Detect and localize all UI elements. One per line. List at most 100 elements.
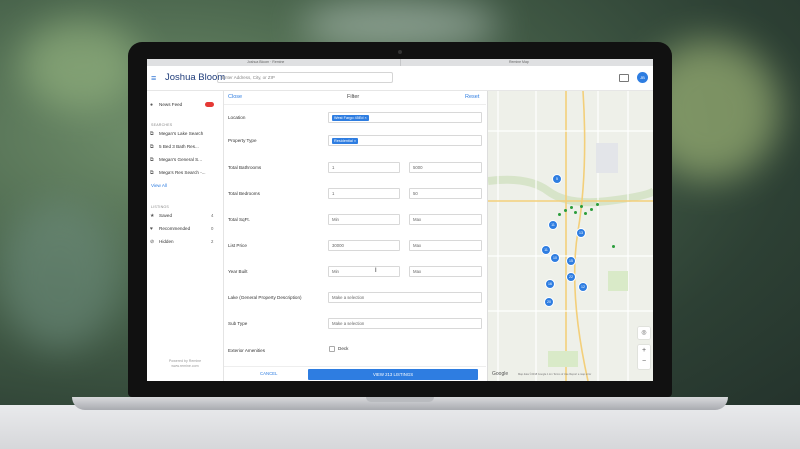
deck-label: Deck [338,346,349,351]
sidebar-item-saved[interactable]: ★ Saved [150,213,172,219]
filter-title: Filter [347,94,360,100]
search-input[interactable]: Enter Address, City, or ZIP [217,72,393,83]
map-listing-pin[interactable] [596,203,599,206]
map-cluster-marker[interactable]: 11 [541,245,551,255]
avatar[interactable]: JB [637,72,648,83]
laptop-notch [366,397,434,402]
sidebar-item-label: Saved [159,213,173,218]
zoom-out-button[interactable]: − [638,356,650,367]
map-listing-pin[interactable] [612,245,615,248]
saved-search-icon: ⧉ [150,144,154,150]
sidebar-search-item[interactable]: ⧉ Megan's Lake Search [150,131,203,137]
sqft-min-input[interactable]: Min [328,214,400,225]
recommended-count: 0 [211,226,214,231]
property-type-chip[interactable]: Residential × [332,138,359,144]
year-max-input[interactable]: Max [409,266,482,277]
browser-tab-left[interactable]: Joshua Bloom · Remine [247,60,284,64]
map-cluster-marker[interactable]: 16 [545,279,555,289]
map-listing-pin[interactable] [580,205,583,208]
subtype-select[interactable]: Make a selection [328,318,482,329]
map-listing-pin[interactable] [570,206,573,209]
price-max-input[interactable]: Max [409,240,482,251]
cancel-button[interactable]: CANCEL [260,371,277,376]
sidebar-item-recommended[interactable]: ♥ Recommended [150,226,190,232]
price-min-input[interactable]: 30000 [328,240,400,251]
sidebar: ● News Feed SEARCHES ⧉ Megan's Lake Search… [147,91,224,381]
view-listings-button[interactable]: VIEW 213 LISTINGS [308,369,478,380]
map-cluster-marker[interactable]: 10 [550,253,560,263]
notification-badge [205,102,214,107]
year-built-label: Year Built [228,269,248,274]
map-cluster-marker[interactable]: 15 [566,256,576,266]
hidden-count: 2 [211,239,214,244]
map-listing-pin[interactable] [558,213,561,216]
sidebar-item-label: Megan's General S... [159,157,203,162]
bedrooms-min-input[interactable]: 1 [328,188,400,199]
bedrooms-label: Total Bedrooms [228,191,260,196]
property-type-field[interactable]: Residential × [328,135,482,146]
background-blur [20,20,140,110]
star-icon: ★ [150,213,155,219]
hamburger-menu-icon[interactable]: ≡ [151,74,156,83]
bathrooms-max-input[interactable]: 5000 [409,162,482,173]
property-type-label: Property Type [228,138,257,143]
map-cluster-marker[interactable]: 5 [552,174,562,184]
sidebar-search-item[interactable]: ⧉ Megan's General S... [150,157,202,163]
map-cluster-marker[interactable]: 12 [578,282,588,292]
sqft-max-input[interactable]: Max [409,214,482,225]
subtype-label: Sub Type [228,321,248,326]
map-canvas [488,91,653,381]
browser-tab-right[interactable]: Remine Map [509,60,529,64]
map-view[interactable]: 5 11 13 11 10 15 12 22 16 20 ◎ + − Google Map dat… [487,91,653,381]
lake-select[interactable]: Make a selection [328,292,482,303]
sidebar-item-hidden[interactable]: ⊘ Hidden [150,239,174,245]
screen: Joshua Bloom · Remine Remine Map ≡ Joshu… [147,59,653,381]
saved-count: 4 [211,213,214,218]
text-cursor-icon: I [375,268,377,274]
location-field[interactable]: West Fargo 45Ed × [328,112,482,123]
bathrooms-min-input[interactable]: 1 [328,162,400,173]
map-listing-pin[interactable] [590,208,593,211]
location-label: Location [228,115,246,120]
bedrooms-max-input[interactable]: 50 [409,188,482,199]
saved-search-icon: ⧉ [150,131,154,137]
map-cluster-marker[interactable]: 13 [576,228,586,238]
thumbs-up-icon: ♥ [150,226,153,232]
map-listing-pin[interactable] [574,211,577,214]
google-logo[interactable]: Google [492,371,508,377]
hidden-icon: ⊘ [150,239,155,245]
map-cluster-marker[interactable]: 22 [566,272,576,282]
filter-header: Close Filter Reset [224,91,486,105]
year-min-input[interactable]: Min [328,266,400,277]
price-label: List Price [228,243,247,248]
map-cluster-marker[interactable]: 11 [548,220,558,230]
map-listing-pin[interactable] [564,209,567,212]
reset-button[interactable]: Reset [465,94,479,100]
desk-surface [0,405,800,449]
deck-checkbox[interactable] [329,346,335,352]
sidebar-search-item[interactable]: ⧉ 5 Bed 3 Bath Res... [150,144,199,150]
sidebar-item-news-feed[interactable]: ● News Feed [150,102,182,108]
location-chip[interactable]: West Fargo 45Ed × [332,115,369,121]
filter-panel: Close Filter Reset Location West Fargo 4… [224,91,486,381]
listings-heading: LISTINGS [151,205,169,209]
map-attribution: Map data ©2018 Google 1 km Terms of Use … [518,373,592,376]
zoom-in-button[interactable]: + [638,345,650,356]
sidebar-search-item[interactable]: ⧉ Mega's Res Search -... [150,170,206,176]
sidebar-item-label: News Feed [159,102,183,107]
app-header: ≡ Joshua Bloom Enter Address, City, or Z… [147,66,653,91]
chat-icon[interactable] [619,74,629,82]
view-all-link[interactable]: View All [151,183,167,188]
zoom-control[interactable]: + − [638,345,650,369]
compass-icon[interactable]: ◎ [638,327,650,339]
sidebar-item-label: Hidden [159,239,174,244]
saved-search-icon: ⧉ [150,170,154,176]
close-button[interactable]: Close [228,94,242,100]
map-cluster-marker[interactable]: 20 [544,297,554,307]
lake-label: Lake (General Property Description) [228,295,302,300]
footer-url[interactable]: www.remine.com [157,364,213,369]
bathrooms-label: Total Bathrooms [228,165,262,170]
sidebar-item-label: 5 Bed 3 Bath Res... [159,144,199,149]
map-listing-pin[interactable] [584,212,587,215]
sqft-label: Total SqFt. [228,217,250,222]
